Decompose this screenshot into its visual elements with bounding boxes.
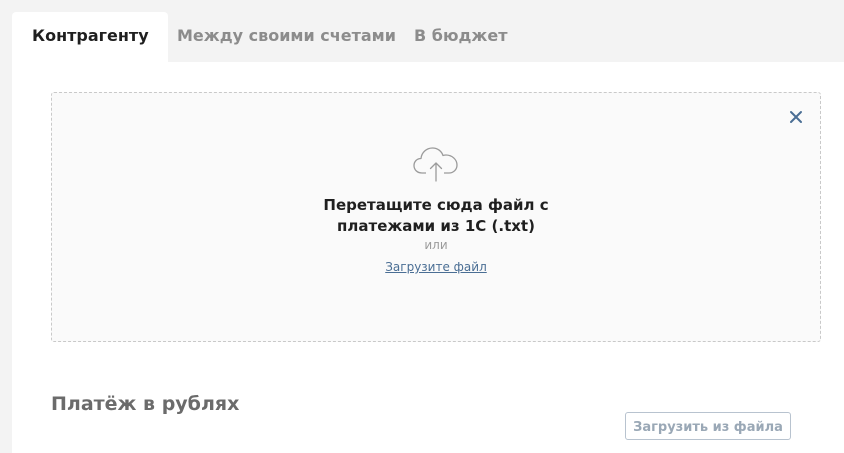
tab-budget[interactable]: В бюджет (414, 12, 507, 62)
upload-file-link[interactable]: Загрузите файл (385, 260, 487, 274)
section-title: Платёж в рублях (51, 393, 240, 415)
upload-file-link-wrap: Загрузите файл (52, 260, 820, 274)
dropzone-or-text: или (424, 238, 448, 252)
tab-counterparty[interactable]: Контрагенту (12, 12, 168, 62)
dropzone-title-line1: Перетащите сюда файл с (323, 196, 549, 214)
cloud-upload-icon (412, 145, 460, 183)
tab-between-accounts[interactable]: Между своими счетами (177, 12, 396, 62)
close-icon[interactable] (786, 107, 806, 127)
load-from-file-button[interactable]: Загрузить из файла (625, 412, 791, 440)
file-dropzone[interactable]: Перетащите сюда файл с платежами из 1С (… (51, 92, 821, 342)
dropzone-title: Перетащите сюда файл с платежами из 1С (… (52, 195, 820, 237)
dropzone-title-line2: платежами из 1С (.txt) (337, 217, 535, 235)
payment-panel: Перетащите сюда файл с платежами из 1С (… (12, 62, 844, 453)
tab-bar: Контрагенту Между своими счетами В бюдже… (0, 0, 844, 62)
